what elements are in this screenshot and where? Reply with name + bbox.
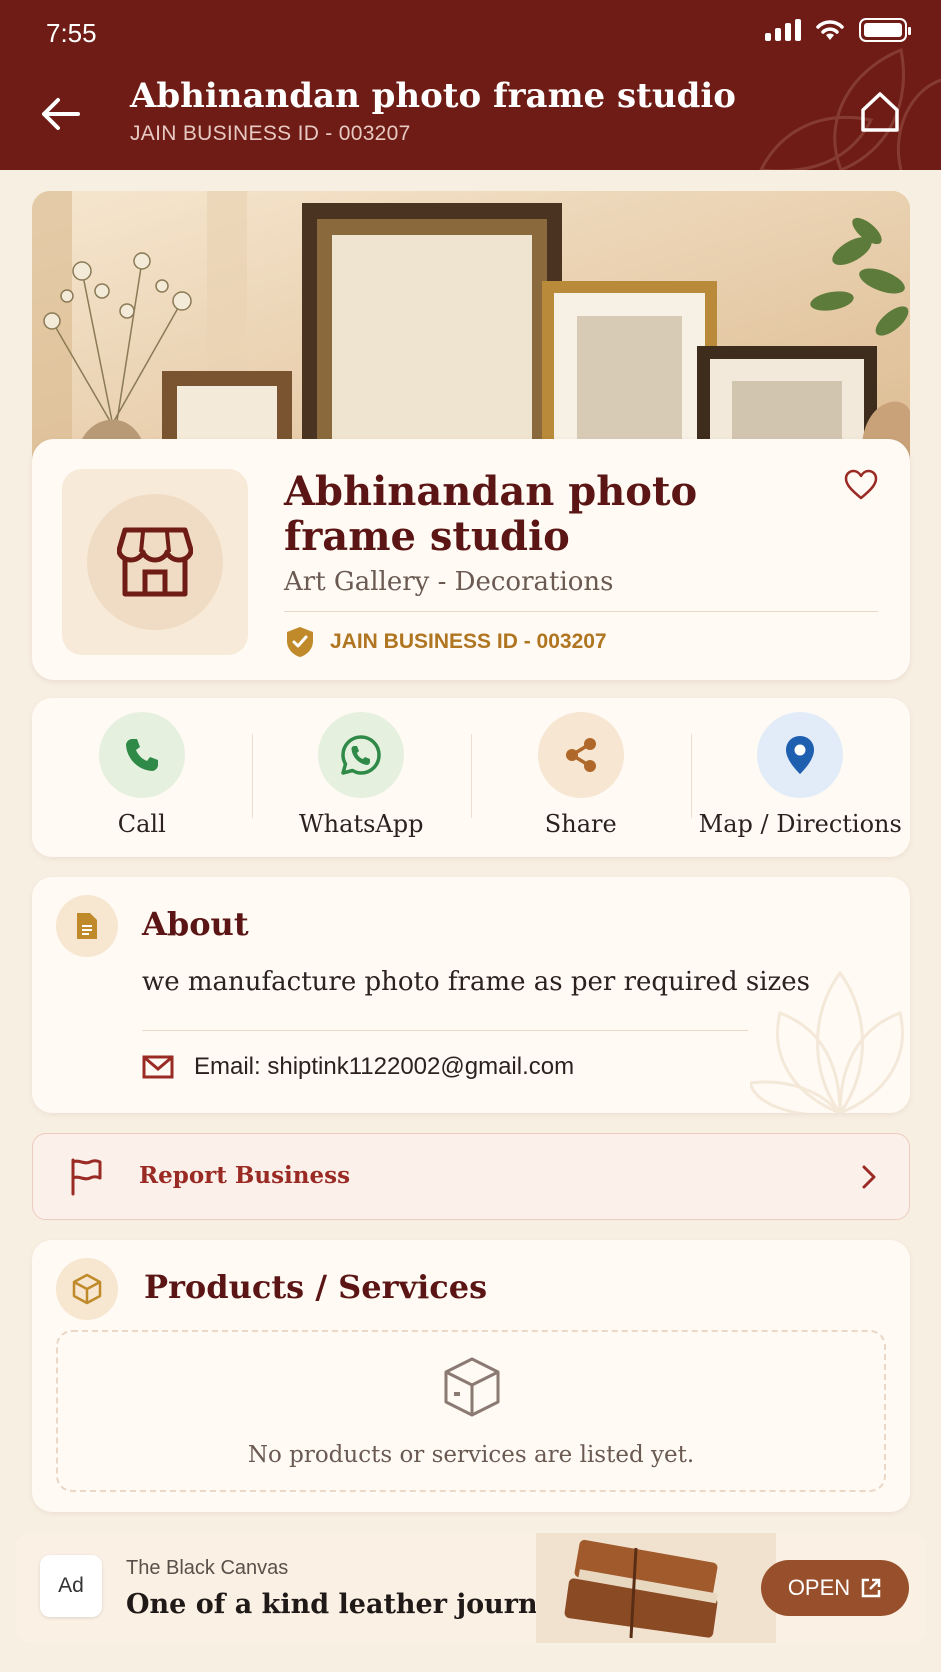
about-section: About we manufacture photo frame as per …	[32, 877, 910, 1113]
business-name: Abhinandan photo frame studio	[284, 468, 698, 560]
map-label: Map / Directions	[698, 810, 902, 838]
email-text[interactable]: Email: shiptink1122002@gmail.com	[194, 1053, 574, 1081]
ad-open-label: OPEN	[787, 1575, 851, 1600]
app-header: 7:55 Abhinandan photo frame studio JAIN …	[0, 0, 941, 170]
status-time: 7:55	[46, 18, 97, 48]
business-category: Art Gallery - Decorations	[284, 567, 614, 597]
location-pin-icon	[757, 712, 844, 798]
products-title: Products / Services	[144, 1268, 488, 1306]
phone-icon	[98, 712, 185, 798]
verified-shield-icon	[287, 627, 313, 657]
advertisement-banner[interactable]: Ad The Black Canvas One of a kind leathe…	[16, 1533, 925, 1643]
empty-box-icon	[444, 1357, 500, 1417]
box-icon	[56, 1258, 118, 1320]
store-icon	[117, 527, 193, 597]
header-title: Abhinandan photo frame studio	[130, 76, 736, 116]
business-id-row: JAIN BUSINESS ID - 003207	[284, 625, 607, 659]
share-label: Share	[544, 810, 617, 838]
whatsapp-button[interactable]: WhatsApp	[251, 698, 472, 857]
email-icon	[142, 1055, 174, 1079]
about-description: we manufacture photo frame as per requir…	[142, 967, 810, 997]
whatsapp-icon	[318, 712, 405, 798]
back-arrow-icon[interactable]	[38, 92, 82, 136]
products-section: Products / Services No products or servi…	[32, 1240, 910, 1512]
leaf-decoration-icon	[759, 47, 941, 170]
about-title: About	[142, 905, 249, 943]
business-logo	[62, 469, 248, 655]
report-business-button[interactable]: Report Business	[32, 1133, 910, 1220]
whatsapp-label: WhatsApp	[299, 810, 424, 838]
divider	[142, 1030, 748, 1031]
call-label: Call	[117, 810, 166, 838]
email-row[interactable]: Email: shiptink1122002@gmail.com	[142, 1053, 574, 1081]
share-icon	[537, 712, 624, 798]
map-directions-button[interactable]: Map / Directions	[690, 698, 911, 857]
ad-open-button[interactable]: OPEN	[761, 1560, 909, 1616]
header-subtitle: JAIN BUSINESS ID - 003207	[130, 122, 411, 145]
ad-brand: The Black Canvas	[126, 1557, 289, 1579]
products-empty-text: No products or services are listed yet.	[247, 1442, 695, 1468]
flag-icon	[71, 1158, 102, 1196]
photo-frames-illustration	[32, 191, 910, 461]
ad-badge: Ad	[40, 1555, 102, 1617]
document-icon	[56, 895, 118, 957]
hero-image	[32, 191, 910, 461]
external-link-icon	[861, 1578, 881, 1598]
action-bar: Call WhatsApp Share Map / Directions	[32, 698, 910, 857]
products-empty-state: No products or services are listed yet.	[56, 1330, 886, 1492]
leather-journals-image	[536, 1533, 776, 1643]
divider	[284, 611, 878, 612]
business-card: Abhinandan photo frame studio Art Galler…	[32, 439, 910, 680]
business-id-label: JAIN BUSINESS ID - 003207	[330, 630, 607, 653]
call-button[interactable]: Call	[32, 698, 252, 857]
favorite-heart-icon[interactable]	[844, 469, 878, 501]
chevron-right-icon	[862, 1165, 876, 1189]
ad-headline: One of a kind leather journals	[126, 1589, 581, 1620]
report-business-label: Report Business	[139, 1162, 351, 1189]
home-icon[interactable]	[859, 90, 901, 134]
share-button[interactable]: Share	[471, 698, 691, 857]
